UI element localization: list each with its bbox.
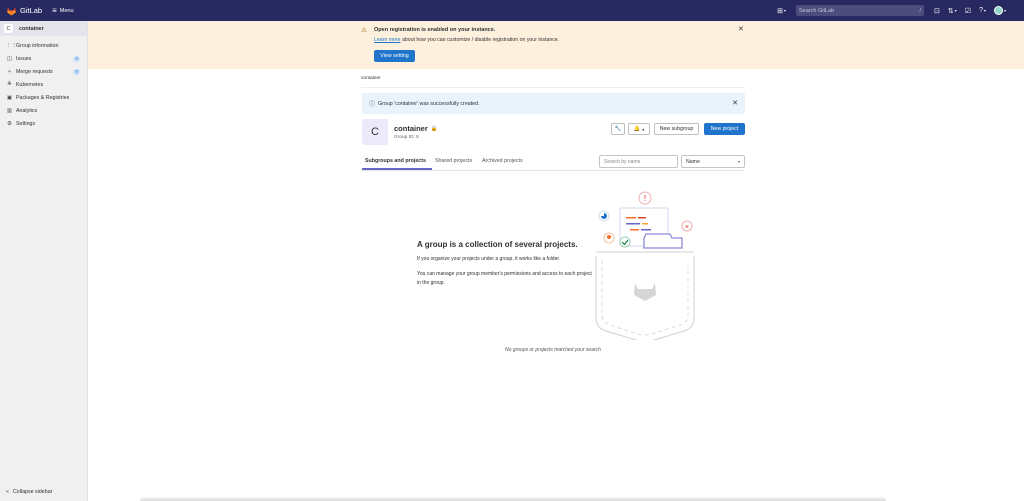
new-subgroup-button[interactable]: New subgroup	[654, 123, 699, 135]
collapse-sidebar-label: Collapse sidebar	[12, 489, 53, 495]
menu-button[interactable]: ≡ Menu	[52, 5, 74, 15]
group-icon: ⋮⋮	[6, 42, 17, 49]
sidebar-item-label: Group information	[16, 42, 59, 49]
tab-archived-projects[interactable]: Archived projects	[482, 158, 523, 164]
avatar	[993, 6, 1003, 15]
group-name: container	[394, 124, 428, 133]
issues-count-badge: 0	[73, 55, 80, 62]
page-title: container 🔒	[394, 124, 438, 133]
search-shortcut: /	[919, 7, 922, 14]
sort-select[interactable]: Name ▾	[681, 155, 745, 168]
group-avatar: C	[362, 119, 388, 145]
sort-value: Name	[686, 158, 700, 165]
help-icon[interactable]: ? ▾	[979, 7, 986, 14]
gitlab-logo[interactable]: GitLab	[6, 6, 42, 16]
sidebar-item-group-information[interactable]: ⋮⋮ Group information	[0, 39, 87, 52]
tab-subgroups-and-projects[interactable]: Subgroups and projects	[365, 158, 426, 164]
menu-label: Menu	[59, 7, 74, 14]
hamburger-icon: ≡	[52, 5, 57, 15]
user-menu[interactable]: ▾	[993, 6, 1006, 15]
sidebar-item-issues[interactable]: ◫ Issues 0	[0, 52, 87, 65]
merge-requests-icon[interactable]: ⇅ ▾	[948, 7, 957, 15]
empty-state-title: A group is a collection of several proje…	[417, 240, 578, 249]
sidebar-item-packages-registries[interactable]: ▣ Packages & Registries	[0, 91, 87, 104]
double-chevron-left-icon: «	[6, 489, 9, 495]
banner-title: Open registration is enabled on your ins…	[374, 27, 496, 33]
close-icon[interactable]: ✕	[738, 25, 744, 33]
warning-icon: ⚠	[361, 27, 367, 34]
sidebar-item-label: Kubernetes	[16, 81, 44, 88]
todo-icon[interactable]: ☑	[965, 7, 971, 15]
sidebar-item-label: Packages & Registries	[16, 94, 70, 101]
wrench-icon: 🔧	[614, 126, 622, 132]
sidebar-item-label: Settings	[16, 120, 36, 127]
issues-icon[interactable]: ⊡	[934, 7, 940, 15]
sidebar-item-label: Merge requests	[16, 68, 53, 75]
search-placeholder: Search GitLab	[799, 7, 835, 14]
no-results-text: No groups or projects matched your searc…	[505, 347, 601, 353]
bell-icon: 🔔	[633, 126, 641, 132]
sidebar-item-settings[interactable]: ⚙ Settings	[0, 117, 87, 130]
search-by-name-input[interactable]: Search by name	[599, 155, 678, 168]
tanuki-logo-icon	[7, 6, 16, 15]
new-project-button[interactable]: New project	[704, 123, 745, 135]
registration-banner: ⚠ Open registration is enabled on your i…	[88, 21, 1024, 69]
kubernetes-icon: ⎈	[7, 81, 12, 87]
collapse-sidebar-button[interactable]: « Collapse sidebar	[6, 489, 52, 495]
svg-text:!: !	[644, 194, 646, 203]
alert-text: Group 'container' was successfully creat…	[378, 100, 480, 107]
learn-more-link[interactable]: Learn more	[374, 37, 401, 43]
empty-folder-illustration: ! ×	[595, 191, 695, 340]
banner-body: Learn more about how you can customize /…	[374, 37, 559, 43]
banner-body-text: about how you can customize / disable re…	[400, 37, 560, 43]
issues-icon: ◫	[6, 55, 13, 62]
group-id: Group ID: 8	[394, 135, 419, 140]
svg-text:×: ×	[685, 224, 689, 231]
analytics-icon: ▥	[6, 107, 13, 114]
sidebar-context-header[interactable]: C container	[0, 21, 87, 36]
breadcrumb[interactable]: container	[361, 76, 381, 81]
merge-request-icon: ⑂	[7, 68, 12, 75]
top-navbar: GitLab ≡ Menu ⊞ ▾ Search GitLab / ⊡ ⇅ ▾ ☑ …	[0, 0, 1024, 21]
info-icon: ⓘ	[369, 102, 376, 108]
merge-requests-count-badge: 0	[73, 68, 80, 75]
close-icon[interactable]: ✕	[732, 99, 738, 107]
empty-state-text: If you organize your projects under a gr…	[417, 256, 561, 262]
success-alert: ⓘ Group 'container' was successfully cre…	[362, 93, 745, 114]
sidebar-item-label: Issues	[16, 55, 32, 62]
app-name: GitLab	[20, 6, 43, 15]
sidebar-item-merge-requests[interactable]: ⑂ Merge requests 0	[0, 65, 87, 78]
settings-icon: ⚙	[7, 120, 12, 127]
sidebar-group-name: container	[19, 25, 44, 32]
create-new-icon[interactable]: ⊞ ▾	[777, 7, 786, 15]
empty-state-text: You can manage your group member's permi…	[417, 271, 592, 286]
lock-icon: 🔒	[430, 125, 438, 132]
sidebar-item-kubernetes[interactable]: ⎈ Kubernetes	[0, 78, 87, 91]
settings-button[interactable]: 🔧	[611, 123, 625, 135]
package-icon: ▣	[6, 94, 13, 101]
notification-dropdown[interactable]: 🔔 ▾	[628, 123, 650, 135]
sidebar: C container ⋮⋮ Group information ◫ Issue…	[0, 21, 88, 501]
chevron-down-icon: ▾	[642, 126, 645, 132]
sidebar-item-analytics[interactable]: ▥ Analytics	[0, 104, 87, 117]
sidebar-item-label: Analytics	[16, 107, 38, 114]
tab-shared-projects[interactable]: Shared projects	[435, 158, 472, 164]
chevron-down-icon: ▾	[737, 159, 740, 164]
active-tab-indicator	[362, 168, 432, 170]
window-shadow	[140, 497, 886, 501]
group-avatar-small: C	[4, 24, 13, 33]
view-setting-button[interactable]: View setting	[374, 50, 415, 62]
search-input[interactable]: Search GitLab /	[796, 5, 925, 16]
divider	[361, 87, 745, 88]
